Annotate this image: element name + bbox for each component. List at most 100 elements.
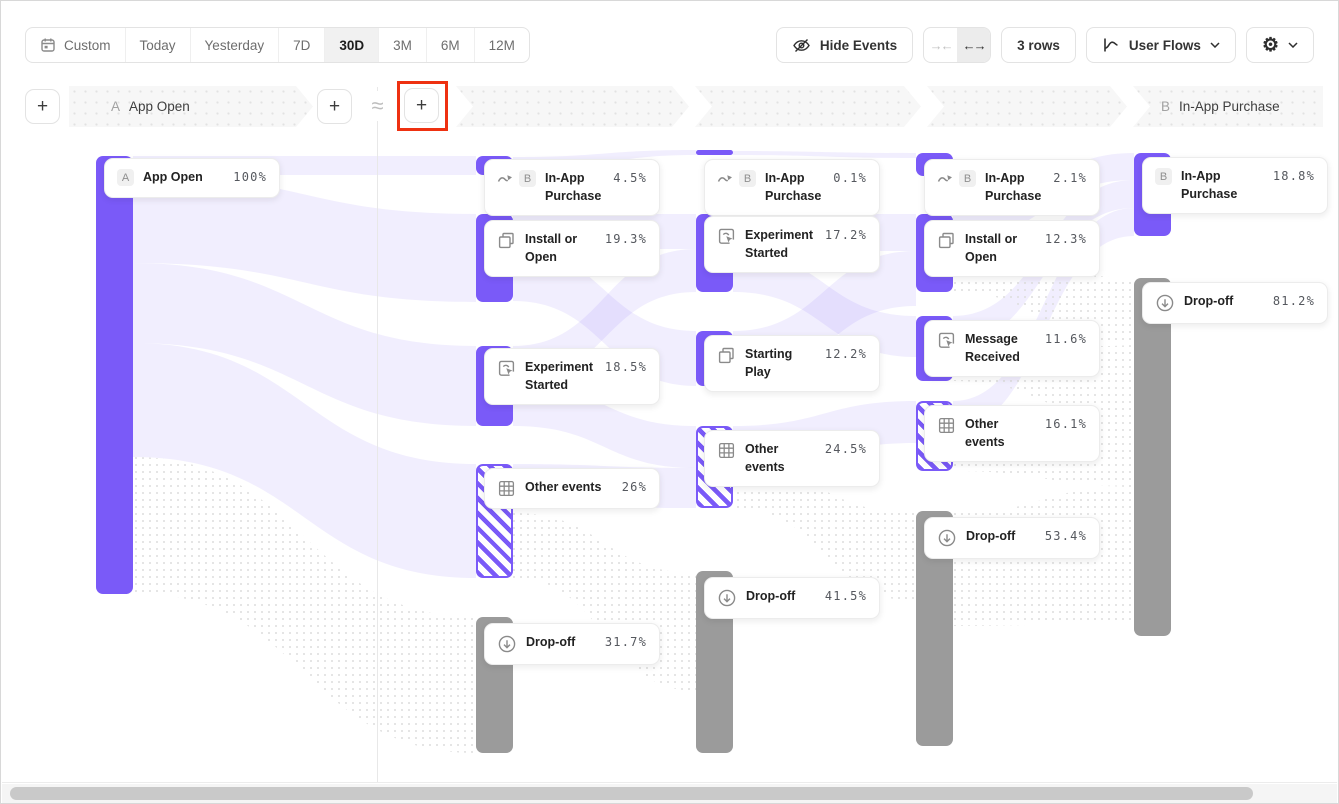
step-banner-label: In-App Purchase [1179,99,1280,114]
flow-node-card[interactable]: Message Received11.6% [924,320,1100,377]
flow-node-card[interactable]: A App Open 100% [104,158,280,198]
annotation-highlight-box [397,81,448,131]
rows-button[interactable]: 3 rows [1001,27,1076,63]
view-selector-label: User Flows [1129,38,1201,53]
flow-node-card[interactable]: Other events24.5% [704,430,880,487]
date-range-custom[interactable]: Custom [26,28,125,62]
node-value: 12.3% [1045,232,1087,246]
flow-node-card[interactable]: Drop-off53.4% [924,517,1100,559]
date-range-6m[interactable]: 6M [426,28,474,62]
view-selector-dropdown[interactable]: User Flows [1086,27,1236,63]
node-icon-group: B [497,170,536,187]
node-icon-group [1155,293,1175,313]
step-banner-in-app-purchase[interactable]: B In-App Purchase [1133,86,1323,127]
node-label: Message Received [965,331,1036,366]
node-icon-group [497,634,517,654]
user-flows-app-window: Custom Today Yesterday 7D 30D 3M 6M 12M … [0,0,1339,804]
date-range-3m[interactable]: 3M [378,28,426,62]
flow-node-card[interactable]: Drop-off 31.7% [484,623,660,665]
node-label: Other events [525,479,613,497]
click-icon [937,331,956,350]
hide-events-button[interactable]: Hide Events [776,27,913,63]
flow-node-card[interactable]: Starting Play 12.2% [704,335,880,392]
chevron-down-icon [1288,42,1298,48]
node-value: 0.1% [833,171,867,185]
step-banner-empty-3[interactable] [927,86,1127,127]
flow-node-card[interactable]: Install or Open 19.3% [484,220,660,277]
node-icon-group [717,227,736,246]
flow-node-card[interactable]: B In-App Purchase 0.1% [704,159,880,216]
step-banner-empty-1[interactable] [456,86,689,127]
grid-icon [937,416,956,435]
step-letter-badge: B [1161,99,1170,114]
node-value: 12.2% [825,347,867,361]
letter-badge: B [739,170,756,187]
node-icon-group [937,416,956,435]
trend-icon [497,172,514,185]
flow-bar[interactable] [96,156,133,594]
date-range-7d[interactable]: 7D [278,28,324,62]
date-range-30d[interactable]: 30D [324,28,378,62]
node-icon-group [717,588,737,608]
node-value: 41.5% [825,589,867,603]
node-label: In-App Purchase [545,170,604,205]
node-label: App Open [143,169,224,187]
expand-columns-button[interactable]: ←→ [957,28,990,62]
date-range-today[interactable]: Today [125,28,190,62]
dropoff-icon [937,528,957,548]
content-bottom-border [2,782,1337,783]
flow-node-card[interactable]: BIn-App Purchase2.1% [924,159,1100,216]
squares-icon [497,231,516,250]
node-label: Install or Open [525,231,596,266]
flow-node-card[interactable]: BIn-App Purchase18.8% [1142,157,1328,214]
node-label: Drop-off [526,634,596,652]
squares-icon [717,346,736,365]
collapse-columns-button[interactable]: →← [924,28,957,62]
flow-node-card[interactable]: Experiment Started17.2% [704,216,880,273]
node-label: Experiment Started [525,359,596,394]
toolbar-right-group: Hide Events →← ←→ 3 rows User Flows ⚙ [776,27,1314,63]
add-step-after-button[interactable]: + [317,89,352,124]
step-banner-app-open[interactable]: A App Open [69,86,313,127]
dropoff-icon [1155,293,1175,313]
date-range-selector: Custom Today Yesterday 7D 30D 3M 6M 12M [25,27,530,63]
node-icon-group: B [717,170,756,187]
flow-node-card[interactable]: Experiment Started18.5% [484,348,660,405]
flow-node-card[interactable]: Drop-off81.2% [1142,282,1328,324]
date-range-12m[interactable]: 12M [474,28,529,62]
date-range-yesterday[interactable]: Yesterday [190,28,279,62]
horizontal-scrollbar-track[interactable] [2,784,1337,803]
node-value: 24.5% [825,442,867,456]
flow-node-card[interactable]: Install or Open12.3% [924,220,1100,277]
flow-bar[interactable] [1134,278,1171,636]
node-value: 100% [233,170,267,184]
horizontal-scrollbar-thumb[interactable] [10,787,1253,800]
node-value: 31.7% [605,635,647,649]
node-icon-group [937,231,956,250]
settings-dropdown[interactable]: ⚙ [1246,27,1314,63]
flow-node-card[interactable]: Drop-off41.5% [704,577,880,619]
node-label: Other events [965,416,1036,451]
node-label: In-App Purchase [765,170,824,205]
trend-icon [717,172,734,185]
node-icon-group [937,528,957,548]
node-value: 53.4% [1045,529,1087,543]
node-icon-group [497,231,516,250]
step-banner-empty-2[interactable] [695,86,921,127]
flow-node-card[interactable]: BIn-App Purchase4.5% [484,159,660,216]
node-label: Starting Play [745,346,816,381]
flow-node-card[interactable]: Other events26% [484,468,660,509]
step-banner-label: App Open [129,99,190,114]
letter-badge: A [117,169,134,186]
letter-badge: B [1155,168,1172,185]
chevron-down-icon [1210,42,1220,48]
node-value: 2.1% [1053,171,1087,185]
node-value: 19.3% [605,232,647,246]
flow-node-card[interactable]: Other events16.1% [924,405,1100,462]
grid-icon [497,479,516,498]
approx-separator: ≈ [364,91,391,121]
flow-bar[interactable] [696,150,733,155]
add-step-before-button[interactable]: + [25,89,60,124]
letter-badge: B [959,170,976,187]
node-value: 18.8% [1273,169,1315,183]
